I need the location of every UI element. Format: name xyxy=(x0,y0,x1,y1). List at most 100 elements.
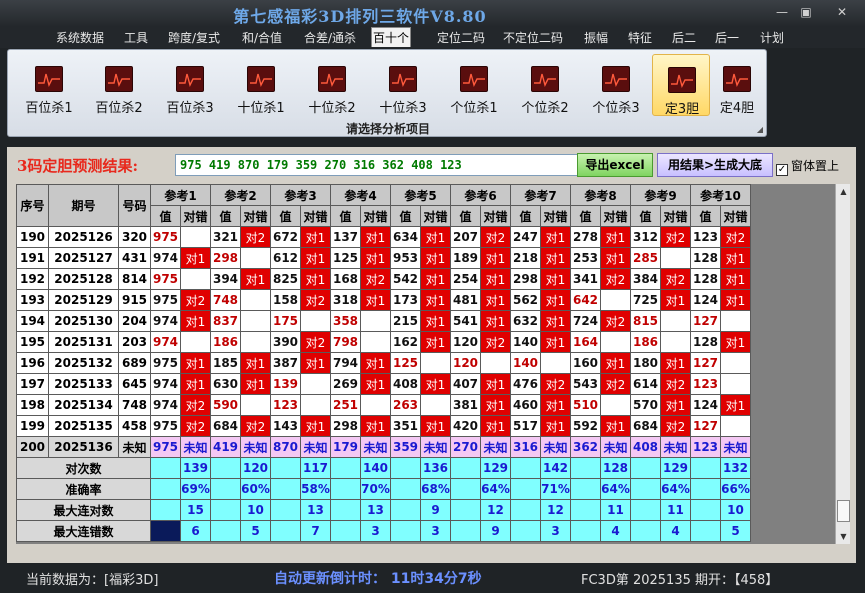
scroll-down-icon[interactable]: ▼ xyxy=(836,529,850,544)
table-row[interactable]: 190 2025126 320 975 321 对2 672 对1 137 对1 634 对1 207 对… xyxy=(16,226,751,248)
window-ontop-checkbox[interactable]: ✓ 窗体置上 xyxy=(776,157,839,176)
future-check: 未知 xyxy=(660,436,691,458)
table-row[interactable]: 194 2025130 204 974 对1 837 175 358 215 对1 541 对1 632… xyxy=(16,310,751,332)
menu-item-3[interactable]: 和/合值 xyxy=(238,28,286,48)
row-value: 120 xyxy=(450,352,481,374)
stats-value: 128 xyxy=(600,457,631,479)
ribbon-expand-icon[interactable]: ◢ xyxy=(757,125,763,134)
menu-item-6[interactable]: 定位二码 xyxy=(430,28,492,48)
row-value: 164 xyxy=(570,331,601,353)
row-seq: 198 xyxy=(16,394,49,416)
menu-item-1[interactable]: 工具 xyxy=(120,28,152,48)
row-seq: 195 xyxy=(16,331,49,353)
table-row[interactable]: 198 2025134 748 974 对2 590 123 251 263 381 对1 460 对1… xyxy=(16,394,751,416)
menu-item-9[interactable]: 特征 xyxy=(623,28,657,48)
row-period: 2025136 xyxy=(48,436,119,458)
row-value: 251 xyxy=(330,394,361,416)
scroll-up-icon[interactable]: ▲ xyxy=(836,184,850,199)
row-value: 612 xyxy=(270,247,301,269)
row-check: 对1 xyxy=(660,352,691,374)
row-value: 725 xyxy=(630,289,661,311)
menu-item-7[interactable]: 不定位二码 xyxy=(497,28,569,48)
menu-item-11[interactable]: 后一 xyxy=(710,28,744,48)
ribbon-button-10[interactable]: 定4胆 xyxy=(711,54,763,116)
close-icon[interactable]: ✕ xyxy=(831,4,853,20)
table-row[interactable]: 195 2025131 203 974 186 390 对2 798 162 对1 120 对2 140… xyxy=(16,331,751,353)
scroll-thumb[interactable] xyxy=(837,500,850,522)
ribbon-button-3[interactable]: 十位杀1 xyxy=(232,54,290,116)
row-number: 458 xyxy=(118,415,151,437)
row-value: 143 xyxy=(270,415,301,437)
ribbon-button-6[interactable]: 个位杀1 xyxy=(445,54,503,116)
checkbox-check-icon[interactable]: ✓ xyxy=(776,164,788,176)
row-check: 对1 xyxy=(480,415,511,437)
row-check: 对2 xyxy=(600,268,631,290)
row-value: 460 xyxy=(510,394,541,416)
minimize-icon[interactable]: — xyxy=(771,4,793,20)
ribbon-button-5[interactable]: 十位杀3 xyxy=(374,54,432,116)
table-row[interactable]: 199 2025135 458 975 对2 684 对2 143 对1 298 对1 351 对1 42… xyxy=(16,415,751,437)
header-value: 值 xyxy=(330,205,361,227)
stats-value: 60% xyxy=(240,478,271,500)
header-ref: 参考5 xyxy=(390,184,451,206)
ribbon-button-0[interactable]: 百位杀1 xyxy=(20,54,78,116)
row-value: 684 xyxy=(210,415,241,437)
menu-item-10[interactable]: 后二 xyxy=(667,28,701,48)
ribbon-button-2[interactable]: 百位杀3 xyxy=(161,54,219,116)
table-row-future[interactable]: 200 2025136 未知 975 未知 419 未知 870 未知 179 未知 359 未知 270… xyxy=(16,436,751,458)
future-value: 362 xyxy=(570,436,601,458)
prediction-result-field[interactable]: 975 419 870 179 359 270 316 362 408 123 xyxy=(175,154,583,176)
row-seq: 199 xyxy=(16,415,49,437)
menu-item-5[interactable]: 百十个 xyxy=(371,27,411,47)
ribbon-button-4[interactable]: 十位杀2 xyxy=(303,54,361,116)
ribbon-caption: 请选择分析项目 xyxy=(345,122,430,136)
row-value: 125 xyxy=(390,352,421,374)
row-check xyxy=(420,352,451,374)
table-row[interactable]: 192 2025128 814 975 394 对1 825 对1 168 对2 542 对1 254 对… xyxy=(16,268,751,290)
row-value: 381 xyxy=(450,394,481,416)
row-number: 748 xyxy=(118,394,151,416)
future-value: 270 xyxy=(450,436,481,458)
generate-base-button[interactable]: 用结果>生成大底 xyxy=(657,153,773,177)
menu-item-2[interactable]: 跨度/复式 xyxy=(164,28,224,48)
ribbon-button-1[interactable]: 百位杀2 xyxy=(90,54,148,116)
row-value: 975 xyxy=(150,268,181,290)
row-value: 634 xyxy=(390,226,421,248)
row-value: 562 xyxy=(510,289,541,311)
vertical-scrollbar[interactable]: ▲ ▼ xyxy=(835,184,850,544)
menu-item-8[interactable]: 振幅 xyxy=(579,28,613,48)
ribbon-button-7[interactable]: 个位杀2 xyxy=(516,54,574,116)
table-row[interactable]: 193 2025129 915 975 对2 748 158 对2 318 对1 173 对1 481 对… xyxy=(16,289,751,311)
row-value: 543 xyxy=(570,373,601,395)
row-check: 对1 xyxy=(600,247,631,269)
header-check: 对错 xyxy=(540,205,571,227)
row-check: 对1 xyxy=(540,247,571,269)
row-value: 974 xyxy=(150,394,181,416)
menu-item-0[interactable]: 系统数据 xyxy=(52,28,108,48)
table-row[interactable]: 191 2025127 431 974 对1 298 612 对1 125 对1 953 对1 189 对… xyxy=(16,247,751,269)
table-row[interactable]: 197 2025133 645 974 对1 630 对1 139 269 对1 408 对1 407 对… xyxy=(16,373,751,395)
row-check: 对2 xyxy=(240,415,271,437)
row-value: 140 xyxy=(510,331,541,353)
stats-row: 准确率 69% 60% 58% 70% 68% 64% 71% 64% 64% 66% xyxy=(16,478,751,500)
row-check: 对1 xyxy=(600,415,631,437)
stats-spacer xyxy=(330,520,361,542)
row-value: 263 xyxy=(390,394,421,416)
row-check: 对1 xyxy=(540,268,571,290)
menu-item-4[interactable]: 合差/通杀 xyxy=(300,28,360,48)
row-value: 124 xyxy=(690,289,721,311)
row-value: 312 xyxy=(630,226,661,248)
row-value: 642 xyxy=(570,289,601,311)
export-excel-button[interactable]: 导出excel xyxy=(577,153,653,177)
row-value: 125 xyxy=(330,247,361,269)
future-value: 179 xyxy=(330,436,361,458)
row-check xyxy=(240,247,271,269)
stats-spacer xyxy=(390,478,421,500)
row-value: 798 xyxy=(330,331,361,353)
table-row[interactable]: 196 2025132 689 975 对1 185 对1 387 对1 794 对1 125 120 1… xyxy=(16,352,751,374)
stats-value: 58% xyxy=(300,478,331,500)
menu-item-12[interactable]: 计划 xyxy=(755,28,789,48)
maximize-icon[interactable]: ▣ xyxy=(795,4,817,20)
ribbon-button-8[interactable]: 个位杀3 xyxy=(587,54,645,116)
row-check: 对1 xyxy=(420,331,451,353)
